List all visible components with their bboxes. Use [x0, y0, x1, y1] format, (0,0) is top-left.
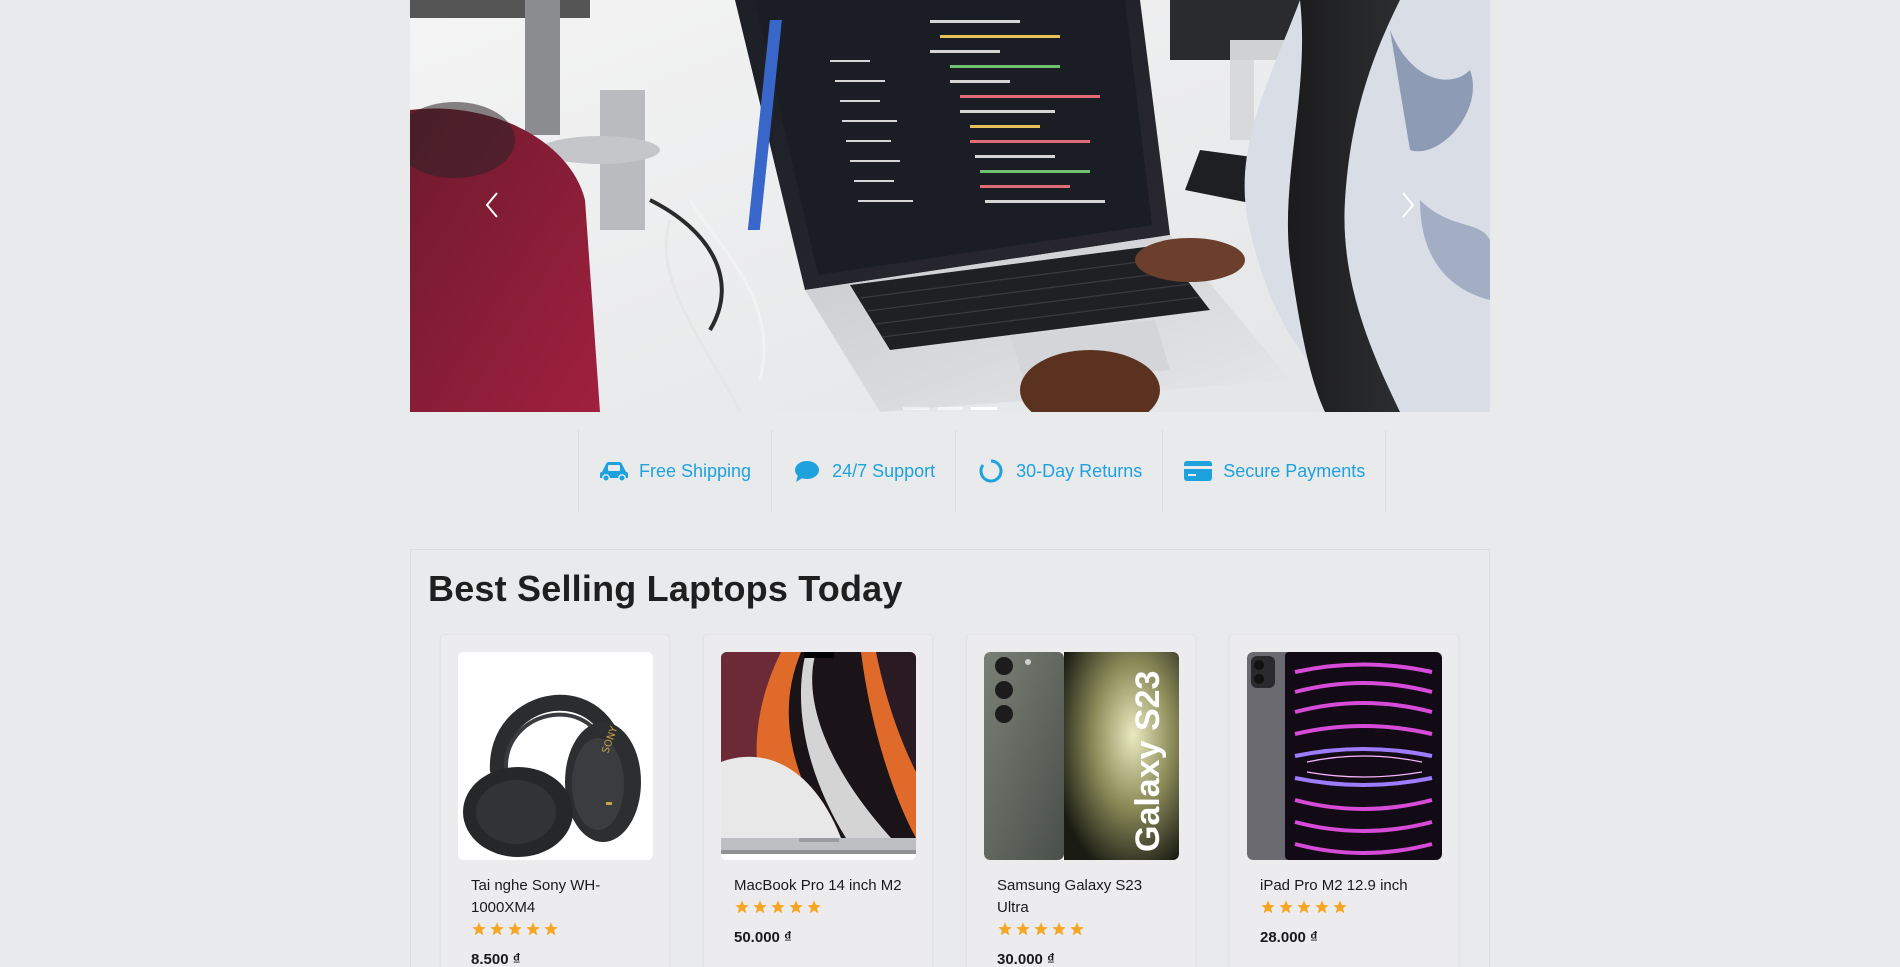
carousel-indicator-3[interactable]: [971, 407, 997, 410]
feature-returns[interactable]: 30-Day Returns: [955, 430, 1162, 512]
hero-image: [410, 0, 1490, 412]
product-image-macbook[interactable]: [721, 652, 916, 860]
star-icon: [1297, 900, 1311, 914]
feature-label: 24/7 Support: [832, 460, 936, 481]
rating-stars: [1260, 899, 1430, 915]
star-icon: [998, 922, 1012, 936]
star-icon: [526, 922, 540, 936]
features-strip: Free Shipping 24/7 Support 30-Day Return…: [578, 430, 1387, 512]
star-icon: [753, 900, 767, 914]
feature-label: 30-Day Returns: [1016, 460, 1143, 481]
product-card[interactable]: Galaxy S23 Samsung Galaxy S23 Ultra 30.0…: [966, 634, 1196, 967]
carousel-indicator-1[interactable]: [903, 407, 929, 410]
star-icon: [1070, 922, 1084, 936]
star-icon: [508, 922, 522, 936]
chevron-right-icon: [1402, 192, 1415, 218]
product-price: 28.000 ₫: [1260, 929, 1318, 946]
feature-secure-payments[interactable]: Secure Payments: [1162, 430, 1387, 512]
product-name[interactable]: MacBook Pro 14 inch M2: [734, 875, 904, 897]
feature-free-shipping[interactable]: Free Shipping: [578, 430, 771, 512]
star-icon: [1034, 922, 1048, 936]
product-card[interactable]: SONY Tai nghe Sony WH-1000XM4 8.500 ₫: [440, 634, 670, 967]
star-icon: [807, 900, 821, 914]
product-image-ipad[interactable]: [1247, 652, 1442, 860]
product-image-galaxy[interactable]: Galaxy S23: [984, 652, 1179, 860]
star-icon: [544, 922, 558, 936]
star-icon: [490, 922, 504, 936]
product-list: SONY Tai nghe Sony WH-1000XM4 8.500 ₫ Ma…: [440, 634, 1459, 967]
star-icon: [735, 900, 749, 914]
product-card[interactable]: iPad Pro M2 12.9 inch 28.000 ₫: [1229, 634, 1459, 967]
phone-brand-text: Galaxy S23: [1129, 671, 1167, 852]
rating-stars: [734, 899, 904, 915]
star-icon: [1333, 900, 1347, 914]
credit-card-icon: [1183, 459, 1213, 483]
star-icon: [789, 900, 803, 914]
product-price: 30.000 ₫: [997, 951, 1055, 967]
chevron-left-icon: [485, 192, 498, 218]
rating-stars: [997, 921, 1167, 937]
carousel-prev-button[interactable]: [462, 170, 522, 240]
section-title: Best Selling Laptops Today: [428, 568, 903, 609]
product-card[interactable]: MacBook Pro 14 inch M2 50.000 ₫: [703, 634, 933, 967]
star-icon: [1279, 900, 1293, 914]
product-price: 8.500 ₫: [471, 951, 521, 967]
product-name[interactable]: Tai nghe Sony WH-1000XM4: [471, 875, 641, 919]
product-image-headphones[interactable]: SONY: [458, 652, 653, 860]
chat-bubble-icon: [792, 459, 822, 483]
product-name[interactable]: Samsung Galaxy S23 Ultra: [997, 875, 1167, 919]
car-icon: [599, 459, 629, 483]
star-icon: [771, 900, 785, 914]
star-icon: [1315, 900, 1329, 914]
product-name[interactable]: iPad Pro M2 12.9 inch: [1260, 875, 1430, 897]
star-icon: [1016, 922, 1030, 936]
circle-arrow-icon: [976, 459, 1006, 483]
star-icon: [472, 922, 486, 936]
best-selling-section: Best Selling Laptops Today SONY Tai nghe: [410, 549, 1490, 967]
star-icon: [1261, 900, 1275, 914]
star-icon: [1052, 922, 1066, 936]
carousel-indicators: [903, 407, 997, 410]
carousel-next-button[interactable]: [1378, 170, 1438, 240]
feature-label: Free Shipping: [639, 460, 752, 481]
feature-support[interactable]: 24/7 Support: [771, 430, 955, 512]
carousel-indicator-2[interactable]: [937, 407, 963, 410]
hero-carousel[interactable]: [410, 0, 1490, 412]
feature-label: Secure Payments: [1223, 460, 1366, 481]
rating-stars: [471, 921, 641, 937]
product-price: 50.000 ₫: [734, 929, 792, 946]
